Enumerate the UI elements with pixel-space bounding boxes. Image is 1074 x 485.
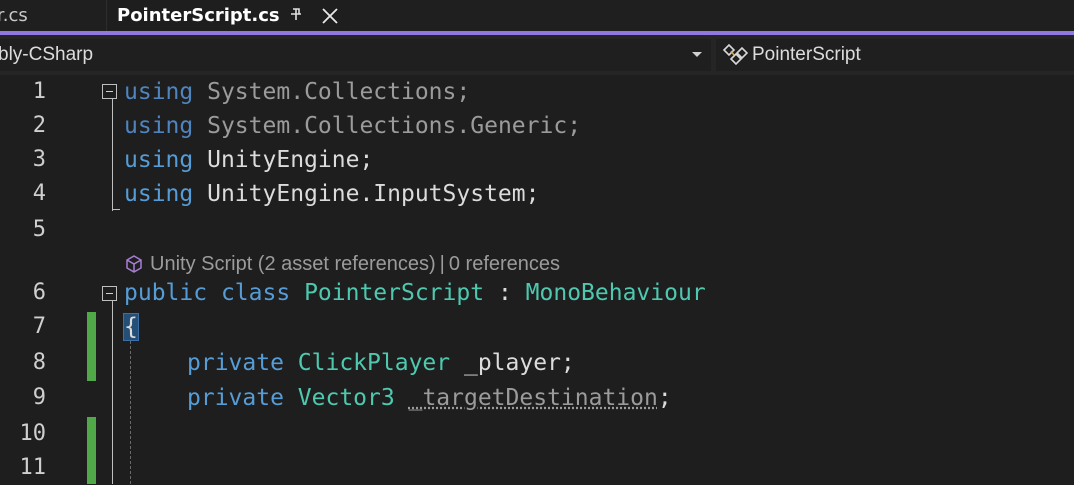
keyword: class <box>220 280 291 306</box>
tab-pointerscript[interactable]: PointerScript.cs <box>108 0 350 31</box>
keyword: private <box>187 385 284 411</box>
code-text: using UnityEngine; <box>124 143 373 177</box>
namespace: Generic <box>470 113 568 139</box>
code-editor[interactable]: 1 using System.Collections; 2 using Syst… <box>0 75 1074 484</box>
keyword: using <box>124 113 194 139</box>
code-text: using System.Collections; <box>124 75 470 109</box>
namespace: UnityEngine <box>207 181 360 207</box>
punct: . <box>359 181 374 207</box>
namespace: InputSystem <box>373 181 526 207</box>
punct: ; <box>456 79 471 105</box>
code-line: 4 using UnityEngine.InputSystem; <box>0 177 1074 211</box>
fold-guide-end <box>112 209 120 210</box>
class-dropdown-label: PointerScript <box>752 44 861 65</box>
tab-inactive-label: r.cs <box>0 5 28 26</box>
base-class: MonoBehaviour <box>525 280 706 306</box>
keyword: using <box>124 181 194 207</box>
line-number: 11 <box>19 455 47 480</box>
punct: ; <box>359 147 374 173</box>
keyword: using <box>124 147 194 173</box>
close-icon[interactable] <box>320 6 340 26</box>
line-number: 10 <box>19 421 47 446</box>
punct: ; <box>657 385 672 411</box>
punct: . <box>290 79 305 105</box>
punct: ; <box>567 113 582 139</box>
fold-toggle[interactable] <box>102 84 117 99</box>
code-text: private ClickPlayer _player; <box>187 346 575 380</box>
punct: : <box>497 280 512 306</box>
line-number: 7 <box>32 314 46 339</box>
tab-inactive-file[interactable]: r.cs <box>0 0 107 31</box>
line-number: 9 <box>32 385 46 410</box>
project-dropdown[interactable]: bly-CSharp <box>0 39 711 71</box>
class-name: PointerScript <box>304 280 485 306</box>
code-line: 11 <box>0 451 1074 485</box>
code-line: 9 private Vector3 _targetDestination; <box>0 381 1074 415</box>
punct: . <box>456 113 471 139</box>
unity-cube-icon <box>126 255 142 273</box>
type-name: Vector3 <box>297 385 395 411</box>
class-dropdown[interactable]: PointerScript <box>716 39 1074 71</box>
code-line: 7 { <box>0 310 1074 344</box>
type-name: ClickPlayer <box>297 350 451 376</box>
codelens-references[interactable]: 0 references <box>449 253 560 276</box>
line-number: 8 <box>32 350 46 375</box>
code-line: 6 public class PointerScript : MonoBehav… <box>0 276 1074 310</box>
open-brace: { <box>123 313 139 341</box>
code-text: using UnityEngine.InputSystem; <box>124 177 539 211</box>
field-name: _targetDestination <box>408 385 658 411</box>
line-number: 4 <box>32 181 46 206</box>
codelens-separator: | <box>439 252 445 275</box>
keyword: private <box>187 350 284 376</box>
fold-toggle[interactable] <box>102 286 117 301</box>
namespace: Collections <box>304 79 457 105</box>
codelens-unity-references[interactable]: Unity Script (2 asset references) <box>150 253 436 276</box>
class-icon <box>722 43 749 66</box>
keyword: using <box>124 79 194 105</box>
punct: ; <box>560 350 575 376</box>
field-name: _player <box>463 350 561 376</box>
line-number: 1 <box>32 79 46 104</box>
pin-icon[interactable] <box>288 5 304 25</box>
line-number: 2 <box>32 113 46 138</box>
namespace: UnityEngine <box>207 147 360 173</box>
punct: . <box>290 113 305 139</box>
code-line: 10 <box>0 417 1074 451</box>
project-dropdown-label: bly-CSharp <box>0 44 94 65</box>
navigation-bar: bly-CSharp PointerScript <box>0 35 1074 75</box>
code-line: 2 using System.Collections.Generic; <box>0 109 1074 143</box>
code-line: 5 <box>0 213 1074 247</box>
code-text: { <box>123 310 139 344</box>
keyword: public <box>124 280 208 306</box>
codelens: Unity Script (2 asset references) | 0 re… <box>124 250 560 278</box>
code-text: private Vector3 _targetDestination; <box>187 381 672 415</box>
tab-active-label: PointerScript.cs <box>117 5 280 26</box>
line-number: 6 <box>32 280 46 305</box>
line-number: 3 <box>32 147 46 172</box>
code-text: using System.Collections.Generic; <box>124 109 581 143</box>
namespace: System <box>207 79 291 105</box>
code-line: 8 private ClickPlayer _player; <box>0 346 1074 380</box>
code-line: 3 using UnityEngine; <box>0 143 1074 177</box>
chevron-down-icon[interactable] <box>692 52 702 57</box>
tab-bar: r.cs PointerScript.cs <box>0 0 1074 31</box>
punct: ; <box>525 181 540 207</box>
line-number: 5 <box>32 217 46 242</box>
namespace: Collections <box>304 113 457 139</box>
code-line: 1 using System.Collections; <box>0 75 1074 109</box>
namespace: System <box>207 113 291 139</box>
code-text: public class PointerScript : MonoBehavio… <box>124 276 706 310</box>
